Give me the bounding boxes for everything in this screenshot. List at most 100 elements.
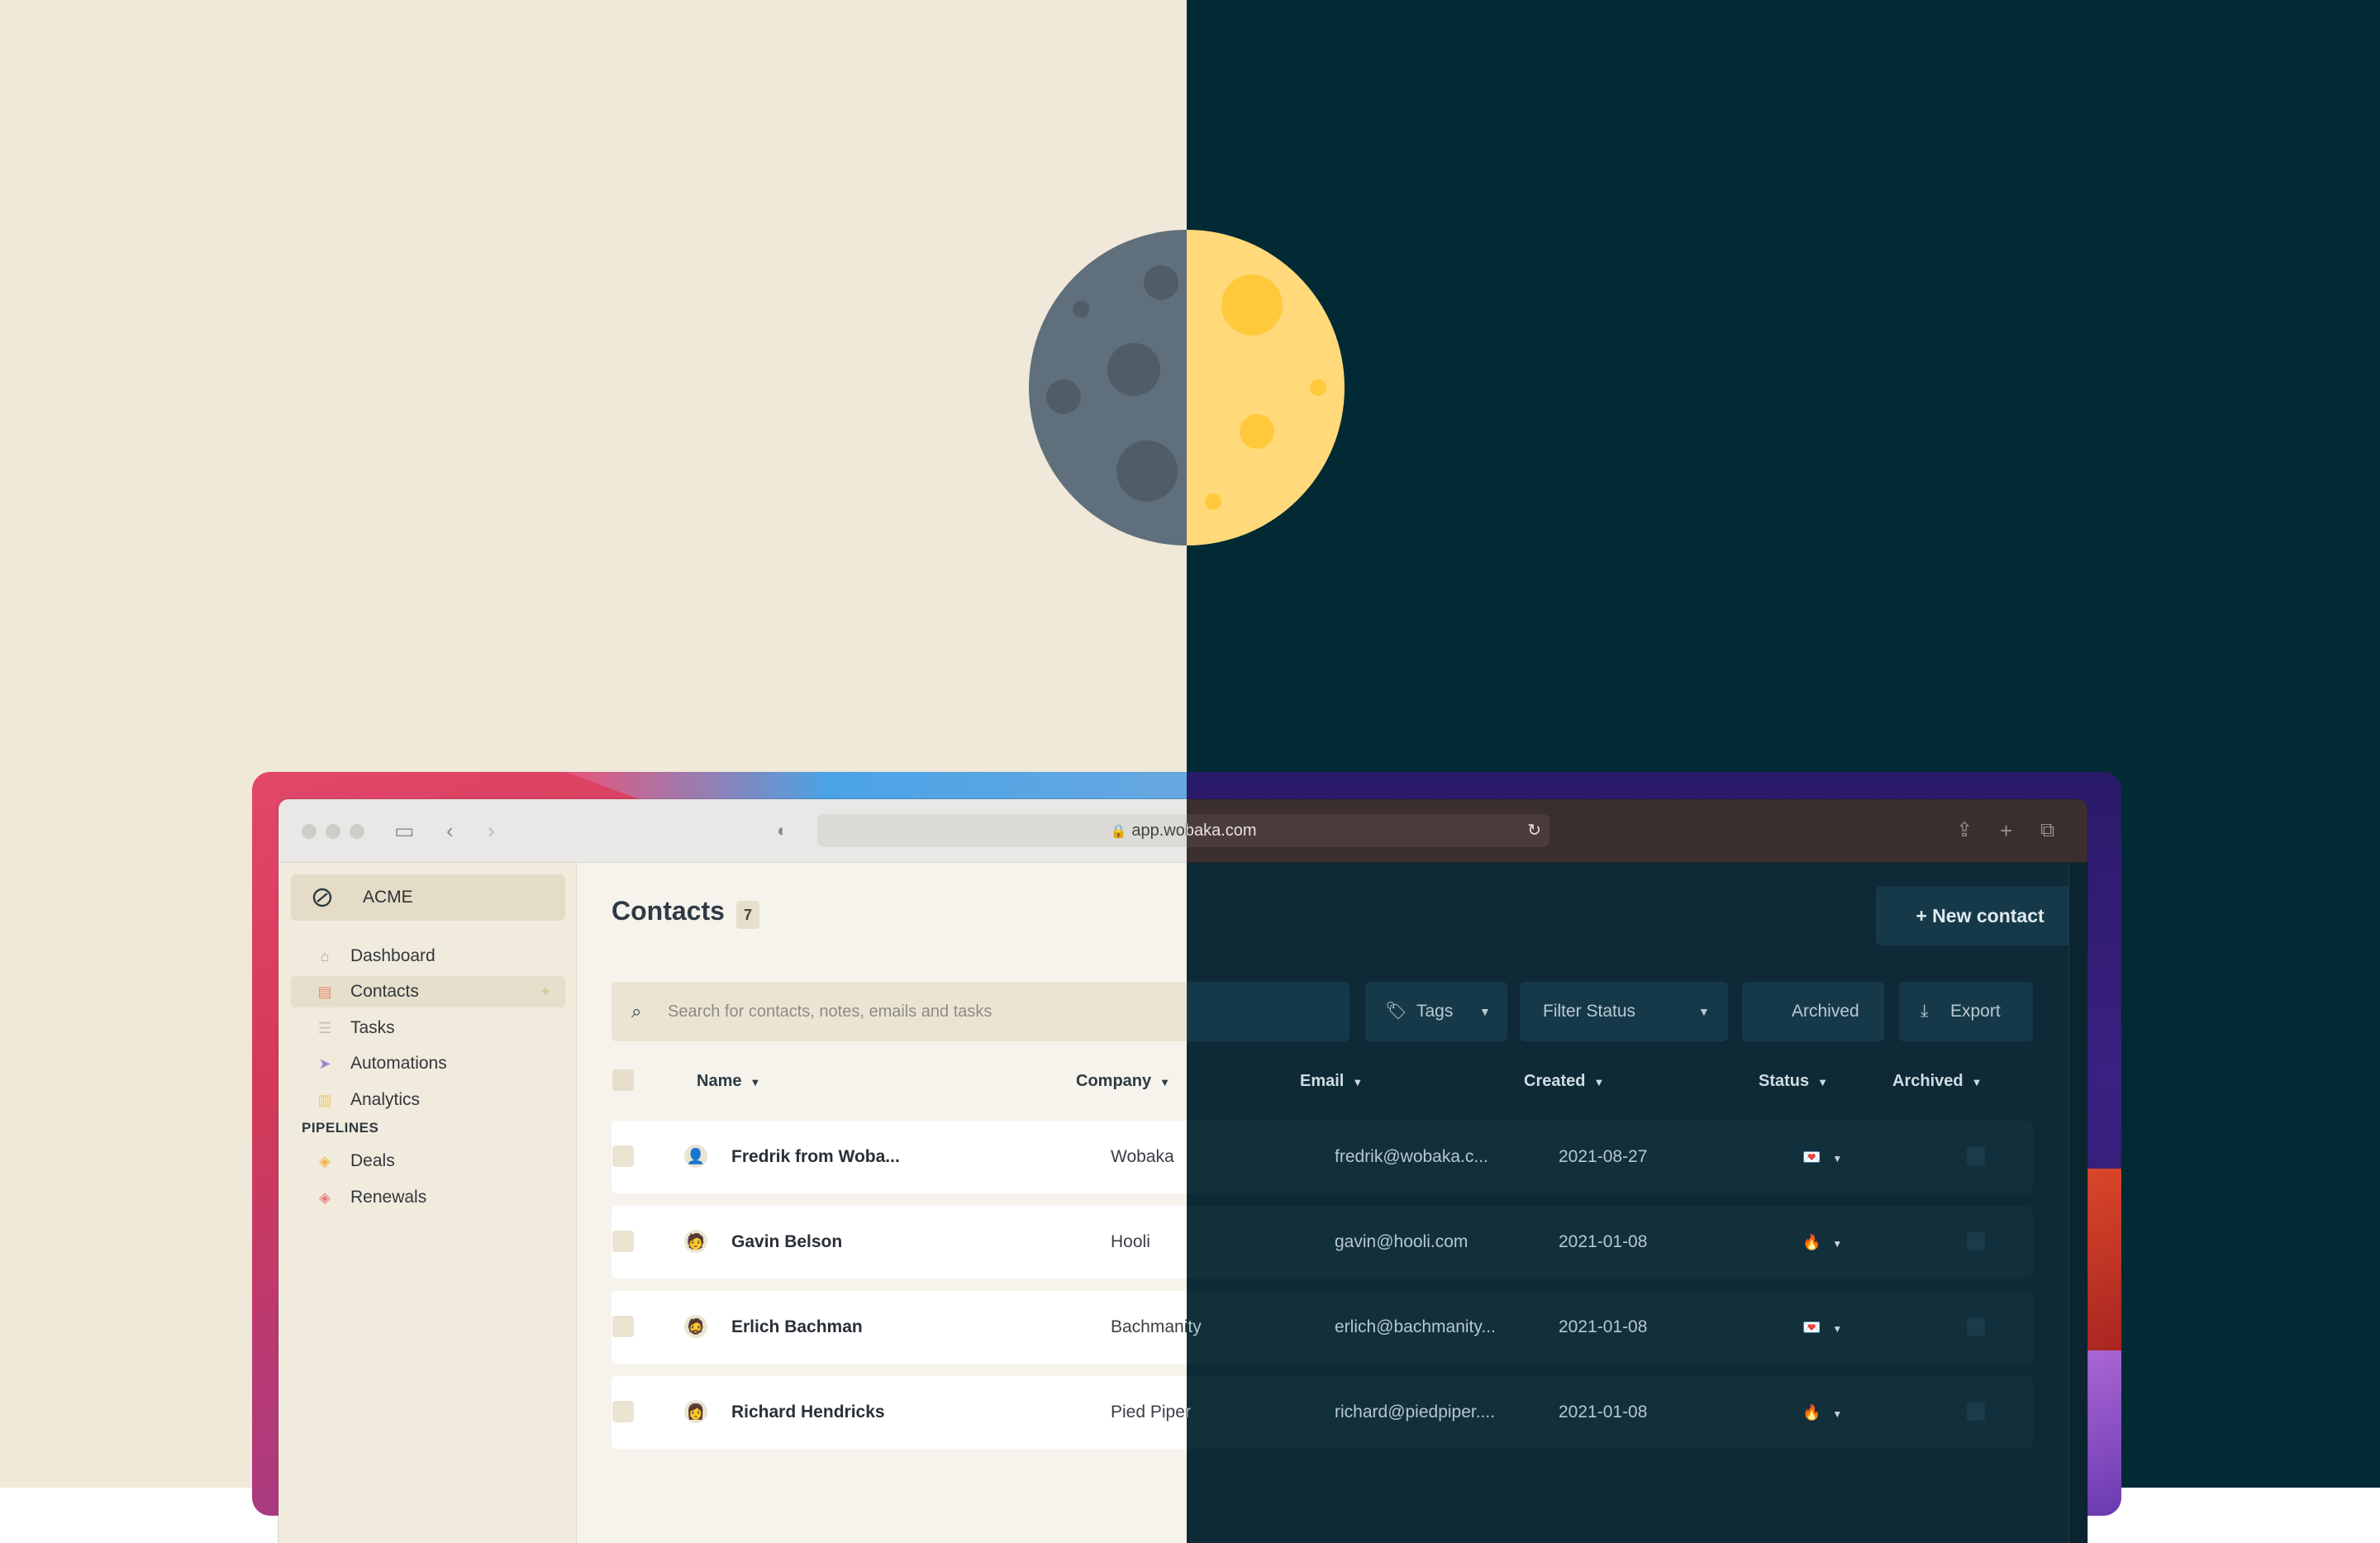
avatar: 👤 (684, 1145, 707, 1168)
stack-icon: ◈ (319, 1153, 331, 1169)
new-tab-icon[interactable]: + (2000, 817, 2012, 844)
sidebar-item-dashboard[interactable]: ⌂ Dashboard (291, 941, 565, 972)
search-icon: ⌕ (631, 1001, 642, 1022)
archived-checkbox[interactable] (1967, 1403, 1985, 1421)
status-select[interactable]: 💌 ▼ (1802, 1291, 1842, 1365)
table-row[interactable]: Hooli gavin@hooli.com 2021-01-08 🔥▼ (1187, 1206, 2033, 1279)
scrollbar[interactable] (2068, 863, 2087, 1543)
reload-icon[interactable]: ↻ (1527, 814, 1541, 847)
column-header-name[interactable]: Name ▼ (697, 1066, 760, 1096)
org-switcher[interactable]: ACME (291, 874, 565, 921)
row-checkbox[interactable] (612, 1145, 634, 1167)
org-logo-icon (312, 888, 332, 907)
paper-plane-icon: ➤ (318, 1055, 331, 1072)
browser-toolbar: 🔒app.wobaka.com ↻ ⇪ + ⧉ (1187, 799, 2087, 863)
sidebar-item-automations[interactable]: ➤ Automations (291, 1048, 565, 1079)
status-select[interactable]: 🔥 ▼ (1802, 1206, 1842, 1280)
minimize-window-button[interactable] (326, 824, 340, 839)
sidebar-item-renewals[interactable]: ◈ Renewals (291, 1182, 565, 1213)
tags-filter[interactable]: 🏷 Tags ▼ (1365, 982, 1507, 1041)
star-icon[interactable]: ✦ (540, 976, 552, 1007)
caret-down-icon: ▼ (1971, 1076, 1983, 1088)
browser-toolbar: ▭ ‹ › ◐ 🔒app.wobaka.com ↻ (278, 799, 1187, 863)
address-bar[interactable]: 🔒app.wobaka.com ↻ (817, 814, 1187, 847)
tag-icon: 🏷 (1385, 1002, 1407, 1021)
home-icon: ⌂ (320, 948, 330, 964)
caret-down-icon: ▼ (1159, 1076, 1170, 1088)
caret-down-icon: ▼ (1832, 1323, 1843, 1335)
row-checkbox[interactable] (612, 1231, 634, 1252)
status-select[interactable]: 🔥 ▼ (1802, 1376, 1842, 1450)
app-area: ACME ⌂ Dashboard ▤ Contacts ✦ ☰ Tasks ➤ Autom… (278, 863, 1187, 1543)
app-area: + New contact 🏷 Tags ▼ Filter Status ▼ Arch… (1187, 863, 2087, 1543)
address-bar[interactable]: 🔒app.wobaka.com ↻ (1187, 814, 1549, 847)
zoom-window-button[interactable] (350, 824, 364, 839)
export-button[interactable]: ⤓ Export (1899, 982, 2033, 1041)
forward-icon[interactable]: › (488, 817, 495, 844)
caret-down-icon: ▼ (1352, 1076, 1364, 1088)
sidebar-item-tasks[interactable]: ☰ Tasks (291, 1012, 565, 1044)
checklist-icon: ☰ (317, 1020, 332, 1036)
table-row[interactable]: Bachmanity erlich@bachmanity... 2021-01-… (1187, 1291, 2033, 1364)
caret-down-icon: ▼ (1832, 1153, 1843, 1164)
sidebar: ACME ⌂ Dashboard ▤ Contacts ✦ ☰ Tasks ➤ Autom… (278, 863, 577, 1543)
share-icon[interactable]: ⇪ (1956, 817, 1973, 844)
sidebar-toggle-icon[interactable]: ▭ (394, 817, 415, 844)
search-input[interactable] (1187, 982, 1349, 1041)
sidebar-item-analytics[interactable]: ▥ Analytics (291, 1084, 565, 1116)
archived-checkbox[interactable] (1967, 1147, 1985, 1165)
select-all-checkbox[interactable] (612, 1069, 634, 1091)
close-window-button[interactable] (302, 824, 317, 839)
caret-down-icon: ▼ (1593, 1076, 1605, 1088)
back-icon[interactable]: ‹ (446, 817, 454, 844)
status-select[interactable]: 💌 ▼ (1802, 1121, 1842, 1195)
caret-down-icon: ▼ (750, 1076, 761, 1088)
archived-toggle[interactable]: Archived (1742, 982, 1884, 1041)
table-row[interactable]: 🧔 Erlich Bachman Bachmanity erlich@bachm… (612, 1291, 1187, 1364)
download-icon: ⤓ (1921, 1002, 1929, 1021)
column-header-created[interactable]: Created ▼ (1524, 1066, 1604, 1096)
column-header-email[interactable]: Email ▼ (1300, 1066, 1363, 1096)
column-header-company[interactable]: Company ▼ (1076, 1066, 1170, 1096)
stack-icon: ◈ (319, 1189, 331, 1206)
half-moon-icon (1029, 230, 1345, 545)
url-text: app.wobaka.com (1131, 822, 1187, 840)
lock-icon: 🔒 (1110, 825, 1127, 839)
browser-window: ▭ ‹ › ◐ 🔒app.wobaka.com ↻ ACME ⌂Dashboar… (278, 799, 2087, 1543)
bar-chart-icon: ▥ (317, 1092, 332, 1108)
sidebar-item-contacts[interactable]: ▤ Contacts ✦ (291, 976, 565, 1007)
archived-checkbox[interactable] (1967, 1317, 1985, 1336)
privacy-shield-icon[interactable]: ◐ (777, 817, 788, 844)
column-header-status[interactable]: Status ▼ (1759, 1066, 1828, 1096)
avatar: 🧔 (684, 1315, 707, 1338)
caret-down-icon: ▼ (1832, 1408, 1843, 1420)
column-header-archived[interactable]: Archived ▼ (1892, 1066, 1982, 1096)
caret-down-icon: ▼ (1479, 1005, 1491, 1018)
main-content: + New contact 🏷 Tags ▼ Filter Status ▼ Arch… (1187, 863, 2087, 1543)
table-row[interactable]: Wobaka fredrik@wobaka.c... 2021-08-27 💌▼ (1187, 1121, 2033, 1193)
main-content: Contacts 7 + New contact ⌕ Search for co… (577, 863, 1187, 1543)
avatar: 👩 (684, 1400, 707, 1423)
page-title: Contacts (612, 896, 725, 926)
row-checkbox[interactable] (612, 1401, 634, 1422)
archived-checkbox[interactable] (1967, 1232, 1985, 1250)
table-row[interactable]: Pied Piper richard@piedpiper.... 2021-01… (1187, 1376, 2033, 1449)
avatar: 🧑 (684, 1230, 707, 1253)
table-row[interactable]: 👤 Fredrik from Woba... Wobaka fredrik@wo… (612, 1121, 1187, 1193)
new-contact-button[interactable]: + New contact (1876, 886, 2084, 945)
search-placeholder: Search for contacts, notes, emails and t… (668, 1002, 992, 1021)
status-filter[interactable]: Filter Status ▼ (1520, 982, 1728, 1041)
table-row[interactable]: 👩 Richard Hendricks Pied Piper richard@p… (612, 1376, 1187, 1449)
row-checkbox[interactable] (612, 1316, 634, 1337)
dark-theme-half: 🔒app.wobaka.com ↻ ⇪ + ⧉ + New contact 🏷T… (1187, 799, 2087, 1543)
url-text: app.wobaka.com (1187, 822, 1257, 840)
contact-card-icon: ▤ (317, 983, 332, 1000)
tab-overview-icon[interactable]: ⧉ (2040, 817, 2054, 844)
sidebar-item-deals[interactable]: ◈ Deals (291, 1145, 565, 1177)
pipelines-section-label: PIPELINES (302, 1120, 379, 1136)
table-row[interactable]: 🧑 Gavin Belson Hooli gavin@hooli.com 202… (612, 1206, 1187, 1279)
search-input[interactable]: ⌕ Search for contacts, notes, emails and… (612, 982, 1187, 1041)
caret-down-icon: ▼ (1817, 1076, 1828, 1088)
caret-down-icon: ▼ (1832, 1238, 1843, 1250)
org-name: ACME (363, 888, 413, 907)
